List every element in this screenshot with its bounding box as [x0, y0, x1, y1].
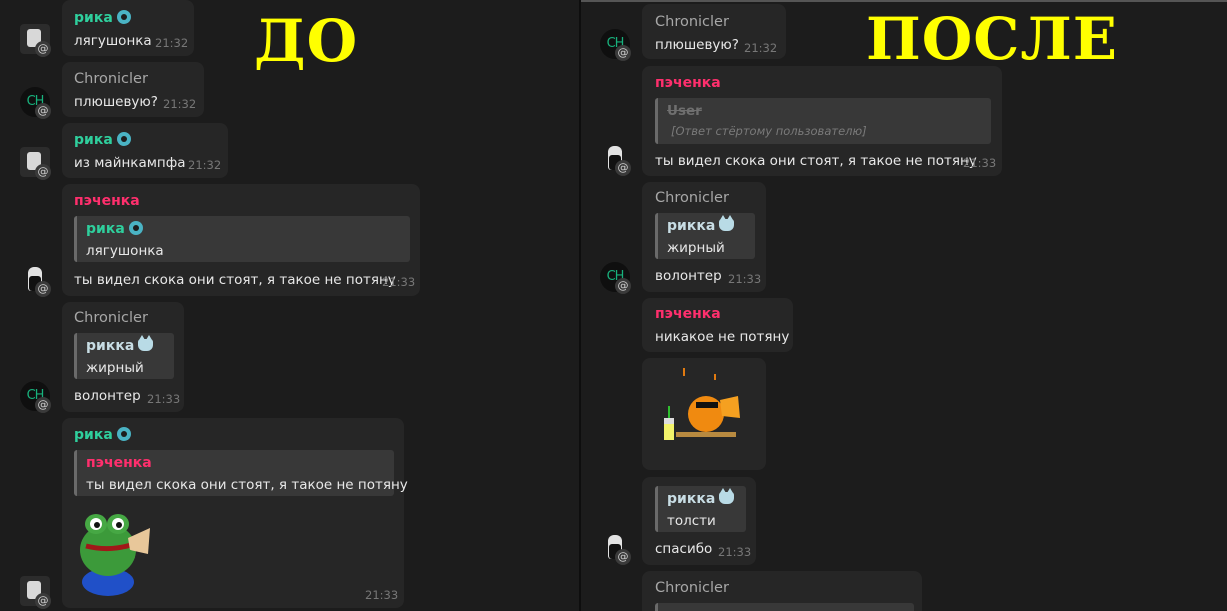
reply-text: толсти [667, 513, 716, 529]
reply-text: жирный [667, 240, 725, 256]
after-title: ПОСЛЕ [866, 5, 1118, 73]
message-text: ты видел скока они стоят, я такое не пот… [74, 272, 396, 288]
ghost-emoji-icon [116, 427, 131, 441]
message-time: 21:33 [365, 588, 399, 602]
message-sender[interactable]: пэченка [655, 75, 721, 91]
message-time: 21:32 [163, 97, 197, 111]
message-sender[interactable]: Chronicler [655, 14, 729, 30]
reply-sender: рикка [86, 335, 154, 354]
reply-quote[interactable] [655, 603, 914, 611]
cat-emoji-icon [138, 335, 154, 351]
reply-quote[interactable]: рикка жирный [74, 333, 174, 379]
mention-icon: @ [615, 549, 631, 565]
before-title: ДО [254, 7, 359, 75]
message-sender[interactable]: Chronicler [655, 580, 729, 596]
message-text: лягушонка [74, 33, 152, 49]
panel-top-border [581, 0, 1227, 2]
message-bubble[interactable]: рикка толсти спасибо 21:33 [642, 477, 756, 565]
message-bubble[interactable]: рика лягушонка 21:32 [62, 0, 194, 56]
message-bubble[interactable]: рика из майнкампфа 21:32 [62, 123, 228, 178]
reply-quote[interactable]: User [Ответ стёртому пользователю] [655, 98, 991, 144]
message-sender[interactable]: рика [74, 10, 131, 26]
message-time: 21:33 [147, 392, 181, 406]
reply-quote[interactable]: рикка жирный [655, 213, 755, 259]
before-panel: @ рика лягушонка 21:32 CH @ Chronicler п… [0, 0, 579, 611]
ghost-emoji-icon [116, 10, 131, 24]
message-bubble[interactable] [642, 358, 766, 470]
mention-icon: @ [615, 160, 631, 176]
message-time: 21:33 [963, 156, 997, 170]
reply-text: [Ответ стёртому пользователю] [671, 124, 867, 138]
message-bubble[interactable]: Chronicler плюшевую? 21:32 [642, 4, 786, 59]
reply-sender: рикка [667, 488, 735, 507]
ghost-emoji-icon [128, 221, 143, 235]
message-bubble[interactable]: пэченка рика лягушонка ты видел скока он… [62, 184, 420, 296]
message-time: 21:32 [188, 158, 222, 172]
message-bubble[interactable]: пэченка никакое не потяну [642, 298, 793, 352]
message-text: спасибо [655, 541, 713, 557]
mention-icon: @ [35, 103, 51, 119]
message-time: 21:32 [744, 41, 778, 55]
message-sender[interactable]: Chronicler [74, 71, 148, 87]
message-text: плюшевую? [74, 94, 158, 110]
message-text: никакое не потяну [655, 329, 790, 345]
ghost-emoji-icon [116, 132, 131, 146]
reply-quote[interactable]: рикка толсти [655, 486, 746, 532]
mention-icon: @ [35, 397, 51, 413]
reply-sender: рикка [667, 215, 735, 234]
message-bubble[interactable]: Chronicler [642, 571, 922, 611]
message-sender[interactable]: рика [74, 427, 131, 443]
message-time: 21:33 [728, 272, 762, 286]
reply-sender: пэченка [86, 455, 152, 471]
cat-emoji-icon [719, 488, 735, 504]
message-sender[interactable]: пэченка [655, 306, 721, 322]
message-sender[interactable]: рика [74, 132, 131, 148]
reply-quote[interactable]: рика лягушонка [74, 216, 410, 262]
message-bubble[interactable]: рика пэченка ты видел скока они стоят, я… [62, 418, 408, 608]
message-time: 21:33 [718, 545, 752, 559]
mention-icon: @ [615, 45, 631, 61]
sunbathing-duck-sticker[interactable] [656, 366, 756, 446]
message-text: ты видел скока они стоят, я такое не пот… [655, 153, 977, 169]
message-time: 21:32 [155, 36, 189, 50]
mention-icon: @ [35, 41, 51, 57]
after-panel: CH @ Chronicler плюшевую? 21:32 @ пэченк… [581, 0, 1227, 611]
reply-quote[interactable]: пэченка ты видел скока они стоят, я тако… [74, 450, 408, 496]
message-bubble[interactable]: Chronicler плюшевую? 21:32 [62, 62, 204, 117]
message-text: волонтер [655, 268, 722, 284]
message-bubble[interactable]: Chronicler рикка жирный волонтер 21:33 [642, 182, 766, 292]
message-text: плюшевую? [655, 37, 739, 53]
message-time: 21:33 [382, 275, 416, 289]
reply-text: лягушонка [86, 243, 164, 259]
mention-icon: @ [35, 593, 51, 609]
message-sender[interactable]: Chronicler [74, 310, 148, 326]
reply-sender: User [667, 103, 702, 119]
message-sender[interactable]: Chronicler [655, 190, 729, 206]
message-text: волонтер [74, 388, 141, 404]
message-bubble[interactable]: пэченка User [Ответ стёртому пользовател… [642, 66, 1002, 176]
mention-icon: @ [35, 164, 51, 180]
mention-icon: @ [615, 278, 631, 294]
reply-text: жирный [86, 360, 144, 376]
cat-emoji-icon [719, 215, 735, 231]
mention-icon: @ [35, 281, 51, 297]
message-bubble[interactable]: Chronicler рикка жирный волонтер 21:33 [62, 302, 184, 412]
message-sender[interactable]: пэченка [74, 193, 140, 209]
message-text: из майнкампфа [74, 155, 186, 171]
reply-text: ты видел скока они стоят, я такое не пот… [86, 477, 408, 493]
frog-sticker[interactable] [76, 504, 156, 600]
reply-sender: рика [86, 221, 143, 237]
